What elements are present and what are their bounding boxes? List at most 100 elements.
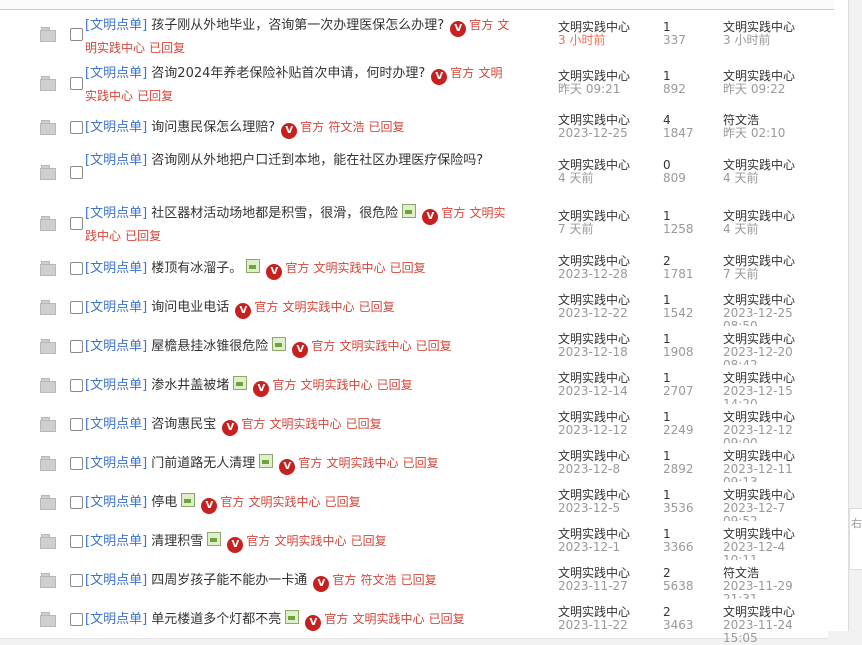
table-row[interactable]: [文明点单] 询问电业电话 V 官方 文明实践中心 已回复 文明实践中心 2023-12… [0,287,828,333]
reply-count[interactable]: 1 [663,69,671,83]
thread-subject-link[interactable]: 咨询刚从外地把户口迁到本地，能在社区办理医疗保险吗? [151,153,483,168]
category-link[interactable]: [文明点单] [85,206,147,221]
last-poster-link[interactable]: 文明实践中心 [723,209,795,223]
select-checkbox[interactable] [70,613,83,626]
category-link[interactable]: [文明点单] [85,153,147,168]
thread-subject-link[interactable]: 孩子刚从外地毕业，咨询第一次办理医保怎么办理? [151,18,444,33]
reply-count[interactable]: 2 [663,605,671,619]
select-checkbox[interactable] [70,166,83,179]
last-post-time[interactable]: 3 小时前 [723,33,770,47]
category-link[interactable]: [文明点单] [85,456,147,471]
select-checkbox[interactable] [70,340,83,353]
author-link[interactable]: 文明实践中心 [558,158,630,172]
last-poster-link[interactable]: 文明实践中心 [723,527,795,541]
last-poster-link[interactable]: 文明实践中心 [723,332,795,346]
thread-subject-link[interactable]: 询问电业电话 [151,300,229,315]
reply-count[interactable]: 2 [663,254,671,268]
category-link[interactable]: [文明点单] [85,378,147,393]
category-link[interactable]: [文明点单] [85,300,147,315]
category-link[interactable]: [文明点单] [85,417,147,432]
last-poster-link[interactable]: 文明实践中心 [723,488,795,502]
last-poster-link[interactable]: 文明实践中心 [723,293,795,307]
reply-count[interactable]: 1 [663,332,671,346]
last-post-time[interactable]: 昨天 09:22 [723,82,785,96]
table-row[interactable]: [文明点单] 咨询惠民宝 V 官方 文明实践中心 已回复 文明实践中心 2023-12-… [0,404,828,450]
category-link[interactable]: [文明点单] [85,495,147,510]
last-poster-link[interactable]: 文明实践中心 [723,371,795,385]
last-poster-link[interactable]: 文明实践中心 [723,449,795,463]
author-link[interactable]: 文明实践中心 [558,20,630,34]
author-link[interactable]: 文明实践中心 [558,69,630,83]
table-row[interactable]: [文明点单] 社区器材活动场地都是积雪，很滑，很危险 V 官方 文明实践中心 已回复… [0,198,828,249]
thread-subject-link[interactable]: 楼顶有冰溜子。 [151,261,242,276]
category-link[interactable]: [文明点单] [85,573,147,588]
thread-subject-link[interactable]: 门前道路无人清理 [151,456,255,471]
last-post-time[interactable]: 昨天 02:10 [723,126,785,140]
table-row[interactable]: [文明点单] 咨询刚从外地把户口迁到本地，能在社区办理医疗保险吗? 文明实践中心 4… [0,146,828,199]
category-link[interactable]: [文明点单] [85,261,147,276]
last-post-time[interactable]: 7 天前 [723,267,758,281]
last-poster-link[interactable]: 文明实践中心 [723,158,795,172]
thread-subject-link[interactable]: 停电 [151,495,177,510]
table-row[interactable]: [文明点单] 单元楼道多个灯都不亮 V 官方 文明实践中心 已回复 文明实践中心 202… [0,599,828,645]
select-checkbox[interactable] [70,77,83,90]
select-checkbox[interactable] [70,301,83,314]
reply-count[interactable]: 1 [663,209,671,223]
last-poster-link[interactable]: 文明实践中心 [723,254,795,268]
last-post-time[interactable]: 4 天前 [723,222,758,236]
side-float-widget[interactable]: 右 [849,508,862,570]
category-link[interactable]: [文明点单] [85,534,147,549]
select-checkbox[interactable] [70,379,83,392]
reply-count[interactable]: 1 [663,371,671,385]
category-link[interactable]: [文明点单] [85,120,147,135]
category-link[interactable]: [文明点单] [85,339,147,354]
thread-subject-link[interactable]: 渗水井盖被堵 [151,378,229,393]
author-link[interactable]: 文明实践中心 [558,449,630,463]
author-link[interactable]: 文明实践中心 [558,293,630,307]
table-row[interactable]: [文明点单] 清理积雪 V 官方 文明实践中心 已回复 文明实践中心 2023-12-1… [0,521,828,567]
thread-subject-link[interactable]: 屋檐悬挂冰锥很危险 [151,339,268,354]
reply-count[interactable]: 1 [663,410,671,424]
category-link[interactable]: [文明点单] [85,18,147,33]
thread-subject-link[interactable]: 四周岁孩子能不能办一卡通 [151,573,307,588]
table-row[interactable]: [文明点单] 楼顶有冰溜子。 V 官方 文明实践中心 已回复 文明实践中心 2023-1… [0,248,828,288]
reply-count[interactable]: 1 [663,527,671,541]
author-link[interactable]: 文明实践中心 [558,254,630,268]
select-checkbox[interactable] [70,262,83,275]
author-link[interactable]: 文明实践中心 [558,488,630,502]
thread-subject-link[interactable]: 社区器材活动场地都是积雪，很滑，很危险 [151,206,398,221]
author-link[interactable]: 文明实践中心 [558,605,630,619]
table-row[interactable]: [文明点单] 咨询2024年养老保险补贴首次申请，何时办理? V 官方 文明实践中心… [0,58,828,109]
select-checkbox[interactable] [70,457,83,470]
table-row[interactable]: [文明点单] 询问惠民保怎么理赔? V 官方 符文浩 已回复 文明实践中心 2023-1… [0,108,828,147]
select-checkbox[interactable] [70,121,83,134]
select-checkbox[interactable] [70,217,83,230]
thread-subject-link[interactable]: 清理积雪 [151,534,203,549]
table-row[interactable]: [文明点单] 四周岁孩子能不能办一卡通 V 官方 符文浩 已回复 文明实践中心 2023… [0,560,828,606]
author-link[interactable]: 文明实践中心 [558,410,630,424]
table-row[interactable]: [文明点单] 停电 V 官方 文明实践中心 已回复 文明实践中心 2023-12-5 1 3… [0,482,828,528]
reply-count[interactable]: 1 [663,449,671,463]
author-link[interactable]: 文明实践中心 [558,371,630,385]
author-link[interactable]: 文明实践中心 [558,113,630,127]
category-link[interactable]: [文明点单] [85,66,147,81]
last-poster-link[interactable]: 符文浩 [723,566,759,580]
author-link[interactable]: 文明实践中心 [558,332,630,346]
table-row[interactable]: [文明点单] 孩子刚从外地毕业，咨询第一次办理医保怎么办理? V 官方 文明实践中心… [0,10,828,59]
author-link[interactable]: 文明实践中心 [558,566,630,580]
reply-count[interactable]: 1 [663,20,671,34]
reply-count[interactable]: 2 [663,566,671,580]
author-link[interactable]: 文明实践中心 [558,527,630,541]
last-post-time[interactable]: 2023-11-24 15:05 [723,618,793,645]
select-checkbox[interactable] [70,535,83,548]
last-poster-link[interactable]: 文明实践中心 [723,410,795,424]
table-row[interactable]: [文明点单] 门前道路无人清理 V 官方 文明实践中心 已回复 文明实践中心 2023-… [0,443,828,489]
category-link[interactable]: [文明点单] [85,612,147,627]
reply-count[interactable]: 1 [663,293,671,307]
thread-subject-link[interactable]: 单元楼道多个灯都不亮 [151,612,281,627]
reply-count[interactable]: 1 [663,488,671,502]
thread-subject-link[interactable]: 询问惠民保怎么理赔? [151,120,275,135]
select-checkbox[interactable] [70,496,83,509]
reply-count[interactable]: 4 [663,113,671,127]
last-poster-link[interactable]: 文明实践中心 [723,605,795,619]
